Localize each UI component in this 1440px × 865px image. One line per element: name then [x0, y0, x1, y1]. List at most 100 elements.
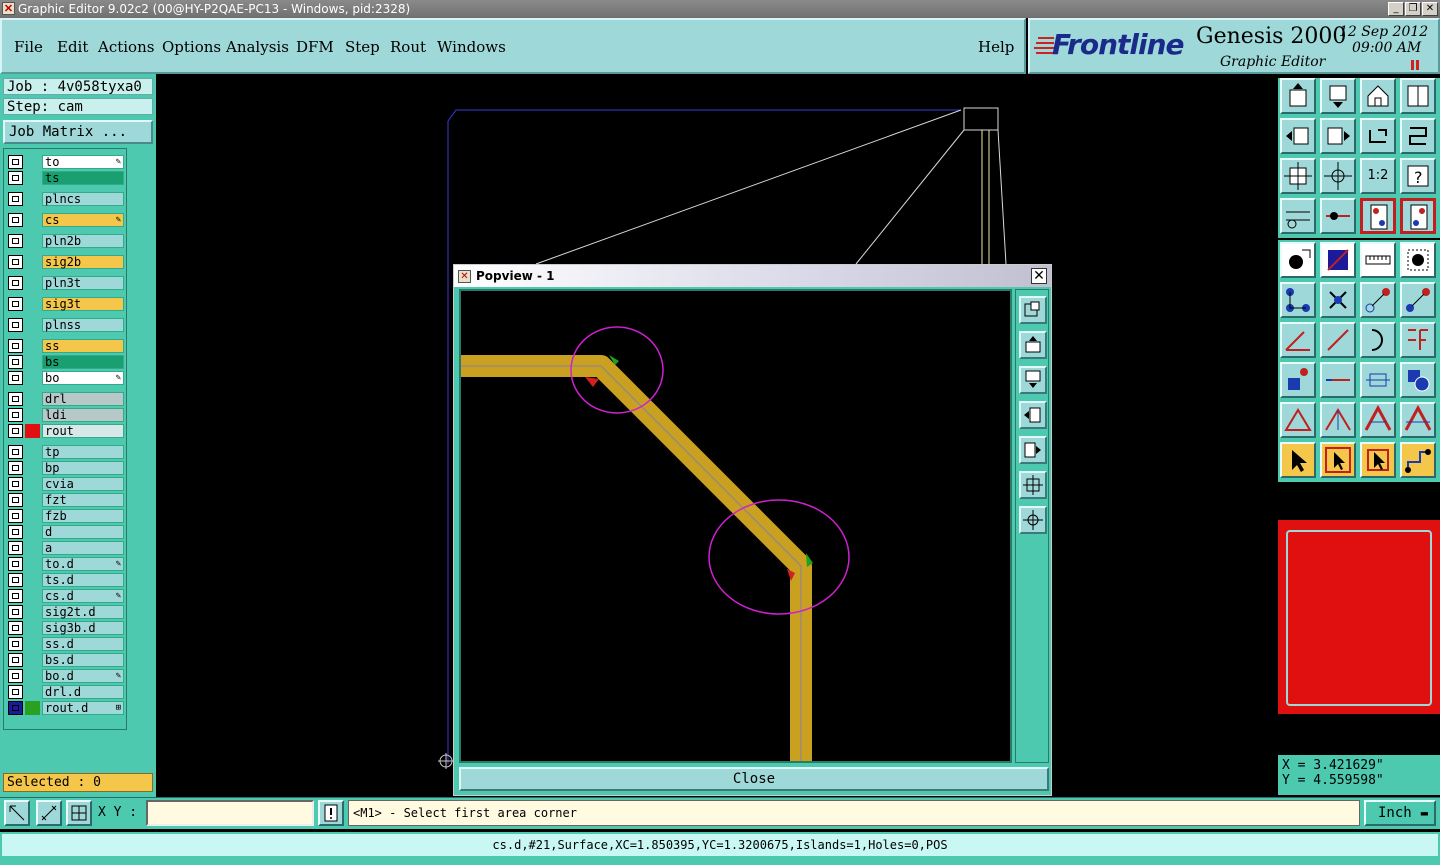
job-matrix-button[interactable]: Job Matrix ... [3, 120, 153, 144]
edit-tool-button[interactable] [1280, 362, 1316, 398]
popview-tool-button[interactable] [1019, 366, 1047, 394]
layer-name[interactable]: ss [42, 339, 124, 353]
overview-panel[interactable] [1278, 520, 1440, 714]
view-tool-button[interactable] [1360, 198, 1396, 234]
edit-tool-button[interactable] [1280, 442, 1316, 478]
layer-name[interactable]: sig2b [42, 255, 124, 269]
snap-toggle-button[interactable] [4, 800, 30, 826]
layer-name[interactable]: fzb [42, 509, 124, 523]
popview-close-icon[interactable]: ✕ [1031, 268, 1047, 284]
layer-color-swatch[interactable] [25, 392, 40, 406]
layer-name[interactable]: tp [42, 445, 124, 459]
layer-name[interactable]: cvia [42, 477, 124, 491]
edit-tool-button[interactable] [1400, 362, 1436, 398]
unit-selector[interactable]: Inch ▬ [1364, 800, 1436, 826]
layer-color-swatch[interactable] [25, 685, 40, 699]
view-tool-button[interactable] [1280, 78, 1316, 114]
layer-name[interactable]: sig2t.d [42, 605, 124, 619]
menu-file[interactable]: File [14, 38, 43, 56]
minimize-button[interactable]: _ [1388, 2, 1404, 16]
edit-tool-button[interactable] [1320, 282, 1356, 318]
layer-checkbox[interactable] [8, 621, 23, 635]
edit-tool-button[interactable] [1400, 242, 1436, 278]
layer-color-swatch[interactable] [25, 234, 40, 248]
layer-name[interactable]: rout.d ⊞ [42, 701, 124, 715]
layer-checkbox[interactable] [8, 461, 23, 475]
layer-name[interactable]: fzt [42, 493, 124, 507]
edit-tool-button[interactable] [1320, 242, 1356, 278]
layer-color-swatch[interactable] [25, 213, 40, 227]
restore-button[interactable]: ❐ [1405, 2, 1421, 16]
layer-checkbox[interactable] [8, 213, 23, 227]
view-tool-button[interactable] [1400, 78, 1436, 114]
pause-icon[interactable] [1410, 60, 1420, 70]
layer-color-swatch[interactable] [25, 424, 40, 438]
layer-name[interactable]: pln2b [42, 234, 124, 248]
view-tool-button[interactable] [1320, 158, 1356, 194]
edit-tool-button[interactable] [1360, 282, 1396, 318]
layer-color-swatch[interactable] [25, 573, 40, 587]
layer-name[interactable]: bs.d [42, 653, 124, 667]
grid-toggle-button[interactable] [66, 800, 92, 826]
layer-color-swatch[interactable] [25, 371, 40, 385]
edit-tool-button[interactable] [1320, 442, 1356, 478]
menu-windows[interactable]: Windows [437, 38, 506, 56]
layer-color-swatch[interactable] [25, 541, 40, 555]
edit-tool-button[interactable] [1320, 322, 1356, 358]
menu-edit[interactable]: Edit [57, 38, 88, 56]
edit-tool-button[interactable] [1280, 322, 1316, 358]
layer-color-swatch[interactable] [25, 276, 40, 290]
layer-checkbox[interactable] [8, 171, 23, 185]
layer-name[interactable]: d [42, 525, 124, 539]
layer-color-swatch[interactable] [25, 701, 40, 715]
view-tool-button[interactable] [1320, 78, 1356, 114]
menu-analysis[interactable]: Analysis [226, 38, 289, 56]
view-tool-button[interactable] [1280, 198, 1316, 234]
layer-checkbox[interactable] [8, 408, 23, 422]
menu-rout[interactable]: Rout [390, 38, 426, 56]
layer-color-swatch[interactable] [25, 192, 40, 206]
edit-tool-button[interactable] [1400, 402, 1436, 438]
menu-help[interactable]: Help [978, 38, 1014, 56]
layer-name[interactable]: a [42, 541, 124, 555]
popview-canvas[interactable] [459, 289, 1012, 763]
layer-checkbox[interactable] [8, 445, 23, 459]
layer-name[interactable]: drl [42, 392, 124, 406]
edit-tool-button[interactable] [1360, 402, 1396, 438]
layer-name[interactable]: ts.d [42, 573, 124, 587]
edit-tool-button[interactable] [1400, 442, 1436, 478]
layer-checkbox[interactable] [8, 541, 23, 555]
layer-color-swatch[interactable] [25, 621, 40, 635]
layer-name[interactable]: pln3t [42, 276, 124, 290]
layer-checkbox[interactable] [8, 509, 23, 523]
layer-checkbox[interactable] [8, 234, 23, 248]
layer-color-swatch[interactable] [25, 461, 40, 475]
layer-color-swatch[interactable] [25, 297, 40, 311]
xy-input[interactable] [146, 800, 314, 826]
layer-color-swatch[interactable] [25, 605, 40, 619]
layer-name[interactable]: plncs [42, 192, 124, 206]
popview-tool-button[interactable] [1019, 506, 1047, 534]
layer-name[interactable]: ts [42, 171, 124, 185]
layer-checkbox[interactable] [8, 339, 23, 353]
layer-checkbox[interactable] [8, 318, 23, 332]
layer-color-swatch[interactable] [25, 255, 40, 269]
layer-color-swatch[interactable] [25, 493, 40, 507]
layer-color-swatch[interactable] [25, 653, 40, 667]
view-tool-button[interactable] [1400, 118, 1436, 154]
layer-checkbox[interactable] [8, 573, 23, 587]
popview-tool-button[interactable] [1019, 471, 1047, 499]
layer-color-swatch[interactable] [25, 318, 40, 332]
edit-tool-button[interactable] [1280, 402, 1316, 438]
layer-checkbox[interactable] [8, 355, 23, 369]
layer-color-swatch[interactable] [25, 355, 40, 369]
view-tool-button[interactable] [1280, 118, 1316, 154]
layer-checkbox[interactable] [8, 653, 23, 667]
close-window-button[interactable]: ✕ [1422, 2, 1438, 16]
layer-name[interactable]: cs.d ✎ [42, 589, 124, 603]
layer-checkbox[interactable] [8, 155, 23, 169]
edit-tool-button[interactable] [1360, 442, 1396, 478]
layer-color-swatch[interactable] [25, 339, 40, 353]
layer-name[interactable]: sig3t [42, 297, 124, 311]
layer-color-swatch[interactable] [25, 669, 40, 683]
